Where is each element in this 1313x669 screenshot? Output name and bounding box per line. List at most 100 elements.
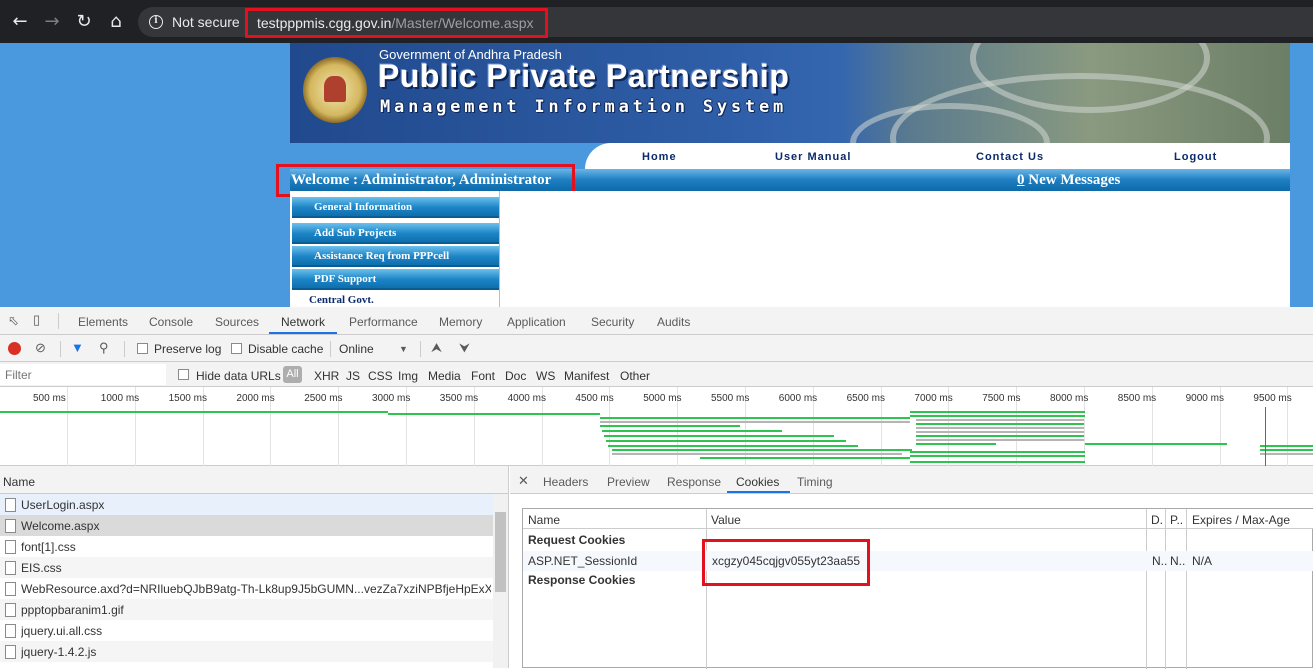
tab-security[interactable]: Security bbox=[591, 315, 634, 329]
filter-other[interactable]: Other bbox=[620, 369, 650, 383]
clear-icon[interactable]: ⊘ bbox=[35, 341, 46, 355]
tab-timing[interactable]: Timing bbox=[797, 475, 833, 489]
address-bar[interactable]: i Not secure testpppmis.cgg.gov.in/Maste… bbox=[138, 7, 1313, 38]
table-row[interactable]: jquery.ui.all.css bbox=[0, 620, 493, 641]
side-menu-pdf-support[interactable]: PDF Support bbox=[292, 269, 499, 290]
filter-input[interactable] bbox=[0, 364, 166, 385]
table-row[interactable]: font[1].css bbox=[0, 536, 493, 557]
record-icon[interactable] bbox=[8, 342, 21, 355]
scrollbar[interactable] bbox=[493, 494, 508, 668]
side-menu-add-sub-projects[interactable]: Add Sub Projects bbox=[292, 223, 499, 244]
table-row[interactable]: ppptopbaranim1.gif bbox=[0, 599, 493, 620]
request-list: Name UserLogin.aspx Welcome.aspx font[1]… bbox=[0, 466, 509, 668]
tab-headers[interactable]: Headers bbox=[543, 475, 588, 489]
tab-preview[interactable]: Preview bbox=[607, 475, 650, 489]
tab-cookies[interactable]: Cookies bbox=[736, 475, 779, 489]
filter-manifest[interactable]: Manifest bbox=[564, 369, 609, 383]
side-menu-assistance-request[interactable]: Assistance Req from PPPcell bbox=[292, 246, 499, 267]
request-name: Welcome.aspx bbox=[21, 519, 100, 533]
filter-img[interactable]: Img bbox=[398, 369, 418, 383]
throttle-select[interactable]: Online bbox=[339, 342, 374, 356]
divider bbox=[60, 341, 61, 357]
menu-user-manual[interactable]: User Manual bbox=[775, 151, 851, 163]
request-cookies-heading: Request Cookies bbox=[528, 533, 626, 547]
column-header-expires[interactable]: Expires / Max-Age bbox=[1192, 513, 1290, 527]
preserve-log-checkbox[interactable] bbox=[137, 343, 148, 354]
info-icon[interactable]: i bbox=[149, 15, 163, 29]
tab-response[interactable]: Response bbox=[667, 475, 721, 489]
waterfall-bar bbox=[916, 423, 1084, 425]
cookie-name[interactable]: ASP.NET_SessionId bbox=[528, 554, 637, 568]
tab-network[interactable]: Network bbox=[281, 315, 325, 329]
waterfall-bar bbox=[600, 421, 910, 423]
messages-count-link[interactable]: 0 bbox=[1017, 172, 1025, 188]
column-header-domain[interactable]: D. bbox=[1151, 513, 1163, 527]
column-header-path[interactable]: P.. bbox=[1170, 513, 1183, 527]
column-header-name[interactable]: Name bbox=[528, 513, 560, 527]
filter-media[interactable]: Media bbox=[428, 369, 461, 383]
table-row[interactable]: UserLogin.aspx bbox=[0, 494, 493, 515]
side-menu-central-govt[interactable]: Central Govt. bbox=[309, 294, 374, 306]
document-icon bbox=[5, 645, 16, 659]
home-icon[interactable]: ⌂ bbox=[104, 10, 128, 34]
inspect-element-icon[interactable]: ⬁ bbox=[8, 314, 19, 328]
timeline-tick-label: 1000 ms bbox=[100, 393, 140, 404]
table-row[interactable]: jquery-1.4.2.js bbox=[0, 641, 493, 662]
hide-data-urls-label[interactable]: Hide data URLs bbox=[196, 369, 281, 383]
disable-cache-label[interactable]: Disable cache bbox=[248, 342, 323, 356]
timeline-tick-label: 2500 ms bbox=[304, 393, 343, 404]
devtools-panel: ⬁ ▯ Elements Console Sources Network Per… bbox=[0, 307, 1313, 669]
device-toolbar-icon[interactable]: ▯ bbox=[33, 313, 40, 327]
forward-icon[interactable]: → bbox=[40, 10, 64, 34]
waterfall-bar bbox=[916, 435, 1084, 437]
filter-doc[interactable]: Doc bbox=[505, 369, 526, 383]
filter-ws[interactable]: WS bbox=[536, 369, 555, 383]
security-label[interactable]: Not secure bbox=[172, 14, 240, 30]
chevron-down-icon[interactable]: ▼ bbox=[399, 342, 408, 356]
table-row[interactable]: EIS.css bbox=[0, 557, 493, 578]
preserve-log-label[interactable]: Preserve log bbox=[154, 342, 221, 356]
tab-console[interactable]: Console bbox=[149, 315, 193, 329]
tab-sources[interactable]: Sources bbox=[215, 315, 259, 329]
export-har-icon[interactable]: ⮟ bbox=[459, 341, 470, 355]
tab-performance[interactable]: Performance bbox=[349, 315, 418, 329]
search-icon[interactable]: ⚲ bbox=[99, 341, 109, 355]
cookie-expires[interactable]: N/A bbox=[1192, 554, 1212, 568]
scrollbar-thumb[interactable] bbox=[495, 512, 506, 592]
network-overview[interactable]: 500 ms 1000 ms 1500 ms 2000 ms 2500 ms 3000 m… bbox=[0, 387, 1313, 469]
back-icon[interactable]: ← bbox=[8, 10, 32, 34]
table-row[interactable]: WebResource.axd?d=NRIluebQJbB9atg-Th-Lk8… bbox=[0, 578, 493, 599]
menu-logout[interactable]: Logout bbox=[1174, 151, 1217, 163]
filter-xhr[interactable]: XHR bbox=[314, 369, 339, 383]
reload-icon[interactable]: ↻ bbox=[72, 10, 96, 34]
filter-css[interactable]: CSS bbox=[368, 369, 393, 383]
tab-memory[interactable]: Memory bbox=[439, 315, 482, 329]
tab-elements[interactable]: Elements bbox=[78, 315, 128, 329]
side-menu-general-information[interactable]: General Information bbox=[292, 197, 499, 218]
menu-home[interactable]: Home bbox=[642, 151, 677, 163]
hide-data-urls-checkbox[interactable] bbox=[178, 369, 189, 380]
document-icon bbox=[5, 624, 16, 638]
filter-all-button[interactable]: All bbox=[283, 366, 302, 383]
url-text[interactable]: testpppmis.cgg.gov.in/Master/Welcome.asp… bbox=[257, 15, 534, 31]
waterfall-bar bbox=[916, 427, 1084, 429]
site-subtitle: Management Information System bbox=[380, 97, 788, 117]
import-har-icon[interactable]: ⮝ bbox=[431, 341, 442, 355]
table-row[interactable]: Welcome.aspx bbox=[0, 515, 493, 536]
cookie-path[interactable]: N.. bbox=[1170, 554, 1185, 568]
tab-application[interactable]: Application bbox=[507, 315, 566, 329]
menu-contact-us[interactable]: Contact Us bbox=[976, 151, 1044, 163]
waterfall-bar bbox=[700, 457, 910, 459]
cookie-domain[interactable]: N.. bbox=[1152, 554, 1167, 568]
tab-audits[interactable]: Audits bbox=[657, 315, 690, 329]
waterfall-bar bbox=[910, 455, 1085, 457]
filter-font[interactable]: Font bbox=[471, 369, 495, 383]
column-header-name[interactable]: Name bbox=[0, 466, 508, 494]
browser-toolbar: ← → ↻ ⌂ i Not secure testpppmis.cgg.gov.… bbox=[0, 0, 1313, 43]
filter-icon[interactable]: ▼ bbox=[71, 341, 84, 355]
column-header-value[interactable]: Value bbox=[711, 513, 741, 527]
waterfall-bar bbox=[600, 417, 910, 419]
close-icon[interactable]: ✕ bbox=[518, 473, 529, 489]
filter-js[interactable]: JS bbox=[346, 369, 360, 383]
disable-cache-checkbox[interactable] bbox=[231, 343, 242, 354]
